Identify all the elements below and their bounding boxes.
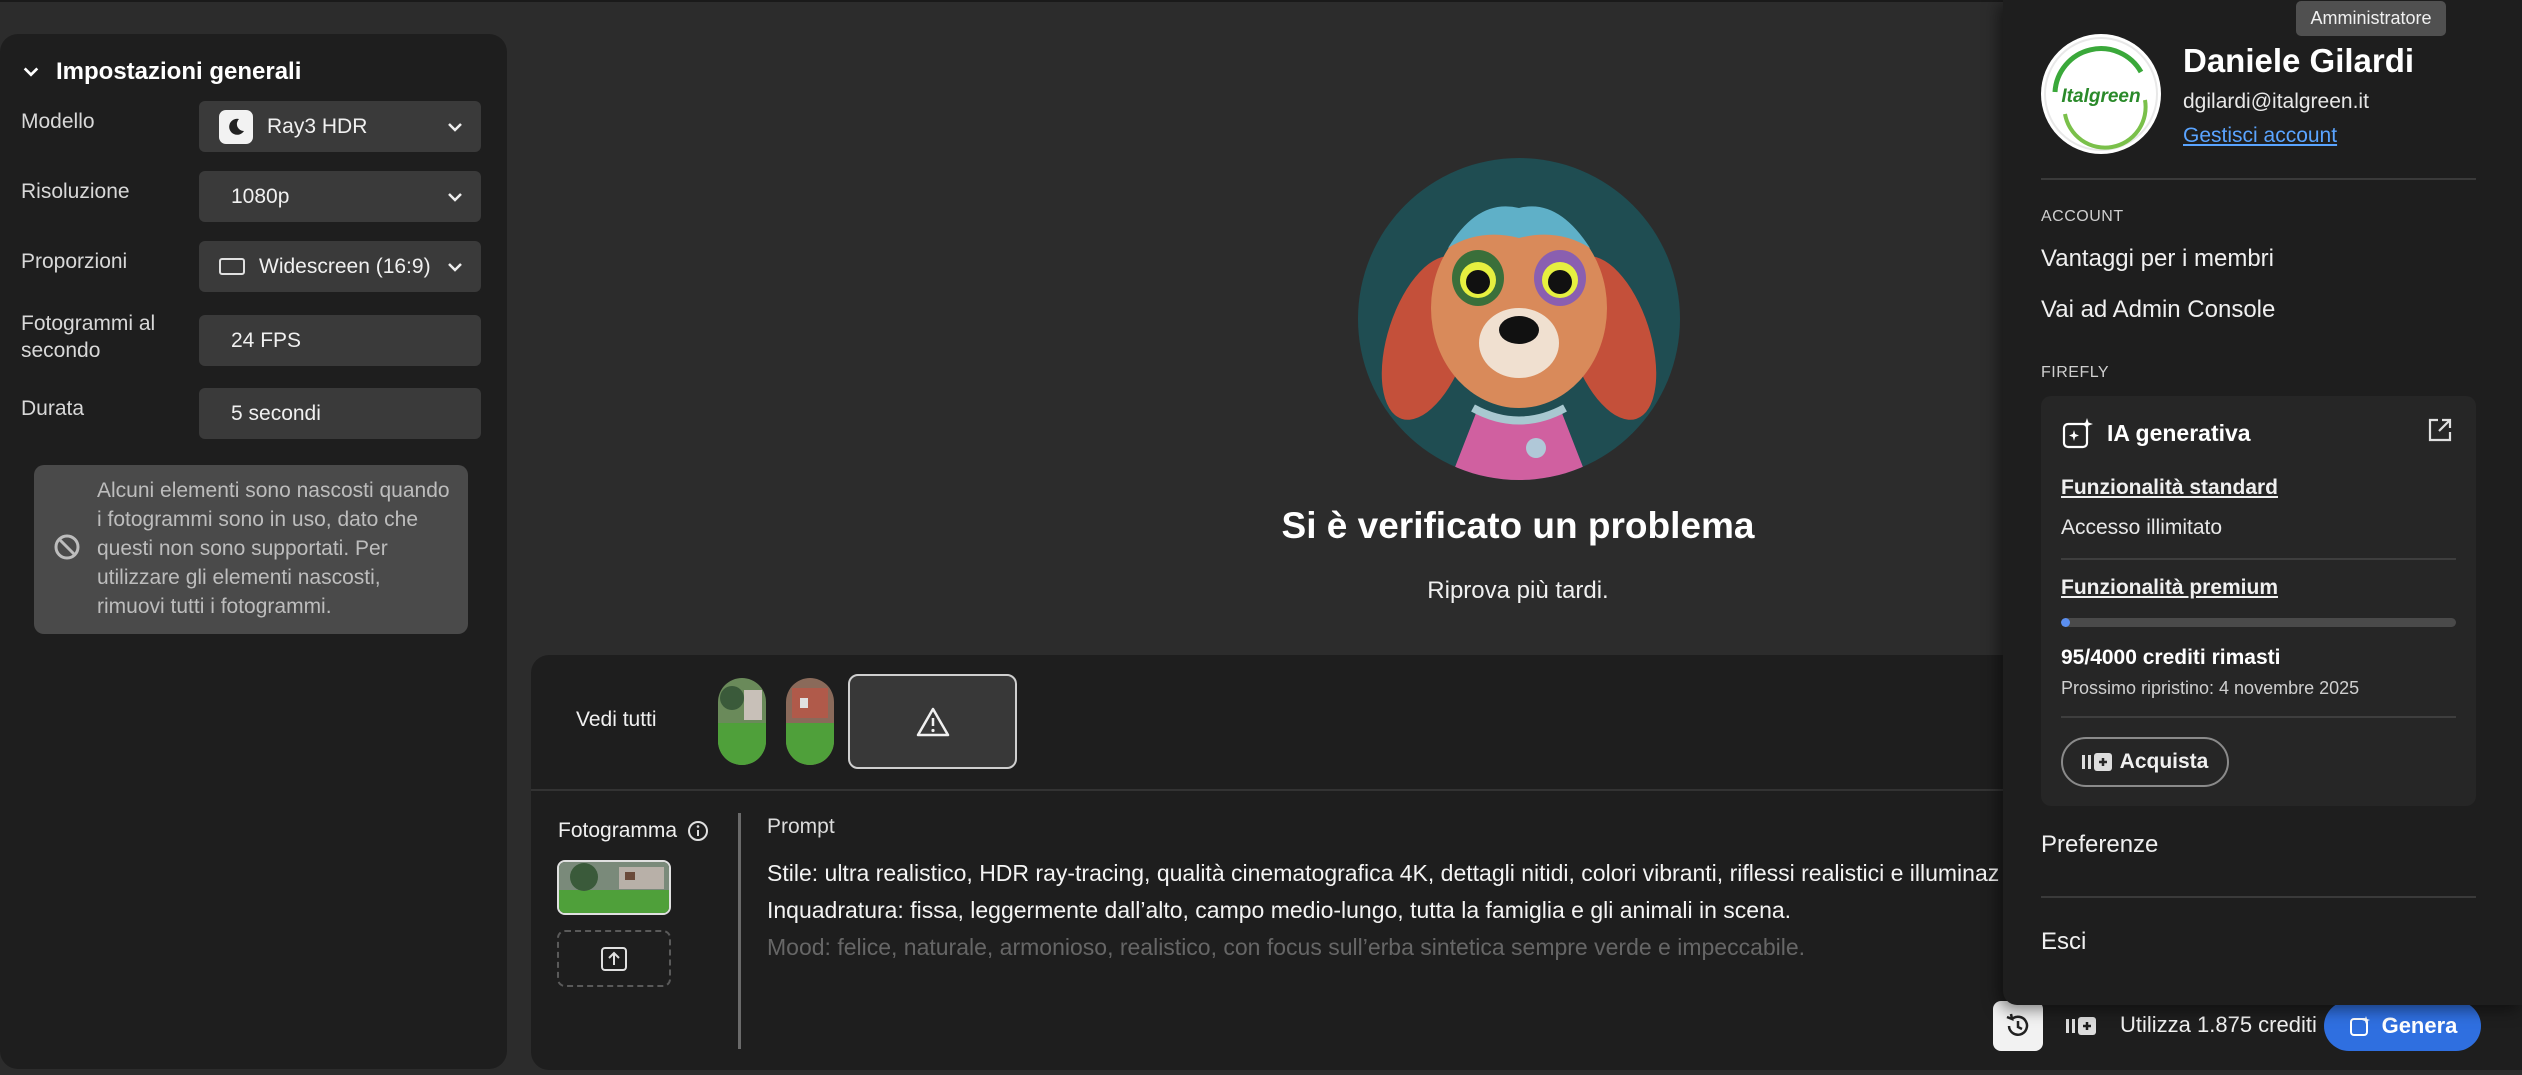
- credits-progress: [2061, 618, 2456, 627]
- preferences-item[interactable]: Preferenze: [2041, 831, 2158, 859]
- resolution-label: Risoluzione: [21, 180, 130, 203]
- standard-access: Accesso illimitato: [2061, 516, 2223, 539]
- ratio-label: Proporzioni: [21, 250, 128, 273]
- ia-title: IA generativa: [2061, 416, 2251, 450]
- model-select[interactable]: Ray3 HDR: [199, 101, 481, 152]
- resolution-value: 1080p: [231, 184, 290, 208]
- chevron-down-icon: [448, 192, 462, 202]
- menu-divider: [2041, 178, 2476, 180]
- settings-panel: Impostazioni generali Modello Ray3 HDR R…: [0, 34, 507, 1069]
- member-benefits-item[interactable]: Vantaggi per i membri: [2041, 245, 2274, 273]
- settings-title: Impostazioni generali: [56, 58, 302, 85]
- hidden-elements-notice: Alcuni elementi sono nascosti quando i f…: [34, 465, 468, 634]
- resolution-select[interactable]: 1080p: [199, 171, 481, 222]
- prompt-line: Stile: ultra realistico, HDR ray-tracing…: [767, 860, 2000, 886]
- frame-label: Fotogramma: [558, 819, 709, 843]
- section-firefly: FIREFLY: [2041, 364, 2110, 381]
- buy-label: Acquista: [2119, 750, 2209, 773]
- credits-left: 95/4000 crediti rimasti: [2061, 646, 2281, 669]
- upload-frame-button[interactable]: [557, 930, 671, 987]
- generate-button[interactable]: Genera: [2324, 1001, 2481, 1051]
- external-link-icon[interactable]: [2426, 416, 2454, 444]
- menu-divider: [2041, 896, 2476, 898]
- role-badge: Amministratore: [2296, 1, 2446, 36]
- next-reset: Prossimo ripristino: 4 novembre 2025: [2061, 678, 2360, 698]
- buy-button[interactable]: Acquista: [2061, 737, 2229, 787]
- ratio-select[interactable]: Widescreen (16:9): [199, 241, 481, 292]
- generate-icon: [2349, 1016, 2370, 1036]
- fps-field[interactable]: 24 FPS: [199, 315, 481, 366]
- ray-model-icon: [219, 109, 253, 144]
- history-icon: [2006, 1013, 2029, 1036]
- error-subtitle: Riprova più tardi.: [1427, 577, 1609, 604]
- widescreen-icon: [219, 258, 245, 275]
- premium-features-link[interactable]: Funzionalità premium: [2061, 576, 2278, 600]
- ia-title-text: IA generativa: [2107, 419, 2251, 446]
- credits-progress-fill: [2061, 618, 2071, 627]
- fps-value: 24 FPS: [231, 328, 302, 352]
- error-title: Si è verificato un problema: [1281, 505, 1755, 546]
- duration-value: 5 secondi: [231, 401, 321, 425]
- generative-ai-card: IA generativa Funzionalità standard Acce…: [2041, 396, 2476, 806]
- duration-label: Durata: [21, 397, 85, 420]
- info-icon[interactable]: [687, 820, 709, 842]
- account-email: dgilardi@italgreen.it: [2183, 90, 2369, 113]
- credits-icon: [2081, 753, 2112, 771]
- manage-account-link[interactable]: Gestisci account: [2183, 124, 2337, 148]
- credits-cost: Utilizza 1.875 crediti: [2120, 1012, 2317, 1037]
- ban-icon: [54, 534, 80, 560]
- notice-text: Alcuni elementi sono nascosti quando i f…: [97, 479, 450, 618]
- prompt-line: Inquadratura: fissa, leggermente dall’al…: [767, 897, 1792, 923]
- frame-label-text: Fotogramma: [558, 819, 678, 842]
- prompt-line: Mood: felice, naturale, armonioso, reali…: [767, 934, 1806, 960]
- chevron-down-icon: [448, 262, 462, 272]
- chevron-down-icon: [23, 67, 39, 77]
- sign-out-item[interactable]: Esci: [2041, 928, 2086, 956]
- duration-field[interactable]: 5 secondi: [199, 388, 481, 439]
- card-divider: [2061, 716, 2456, 718]
- account-name: Daniele Gilardi: [2183, 42, 2415, 79]
- history-thumbnail[interactable]: [786, 678, 834, 765]
- history-button[interactable]: [1993, 1001, 2043, 1051]
- prompt-input[interactable]: Stile: ultra realistico, HDR ray-tracing…: [767, 855, 2047, 960]
- history-thumbnail[interactable]: [718, 678, 766, 765]
- upload-icon: [601, 946, 627, 971]
- fps-label: Fotogrammi al secondo: [21, 310, 155, 364]
- error-illustration: [1358, 158, 1680, 480]
- chevron-down-icon: [448, 122, 462, 132]
- generate-label: Genera: [2381, 1013, 2458, 1038]
- ratio-value: Widescreen (16:9): [259, 254, 431, 278]
- credits-icon: [2066, 1017, 2096, 1035]
- standard-features-link[interactable]: Funzionalità standard: [2061, 476, 2278, 500]
- account-menu: Italgreen Daniele Gilardi dgilardi@italg…: [2003, 0, 2522, 1005]
- frame-thumbnail[interactable]: [557, 860, 671, 915]
- failed-generation-thumbnail[interactable]: [848, 674, 1017, 769]
- card-divider: [2061, 558, 2456, 560]
- prompt-label: Prompt: [767, 815, 835, 838]
- warning-icon: [916, 707, 949, 736]
- logo-text: Italgreen: [2061, 86, 2140, 107]
- avatar: Italgreen: [2041, 34, 2161, 154]
- model-label: Modello: [21, 110, 95, 133]
- section-account: ACCOUNT: [2041, 208, 2124, 225]
- fps-label-line1: Fotogrammi al: [21, 312, 156, 335]
- model-value: Ray3 HDR: [267, 114, 368, 138]
- settings-header[interactable]: Impostazioni generali: [22, 58, 301, 86]
- generative-ai-icon: [2062, 418, 2093, 449]
- admin-console-item[interactable]: Vai ad Admin Console: [2041, 296, 2275, 324]
- fps-label-line2: secondo: [21, 339, 101, 362]
- prompt-divider: [738, 813, 741, 1049]
- see-all-link[interactable]: Vedi tutti: [576, 708, 657, 732]
